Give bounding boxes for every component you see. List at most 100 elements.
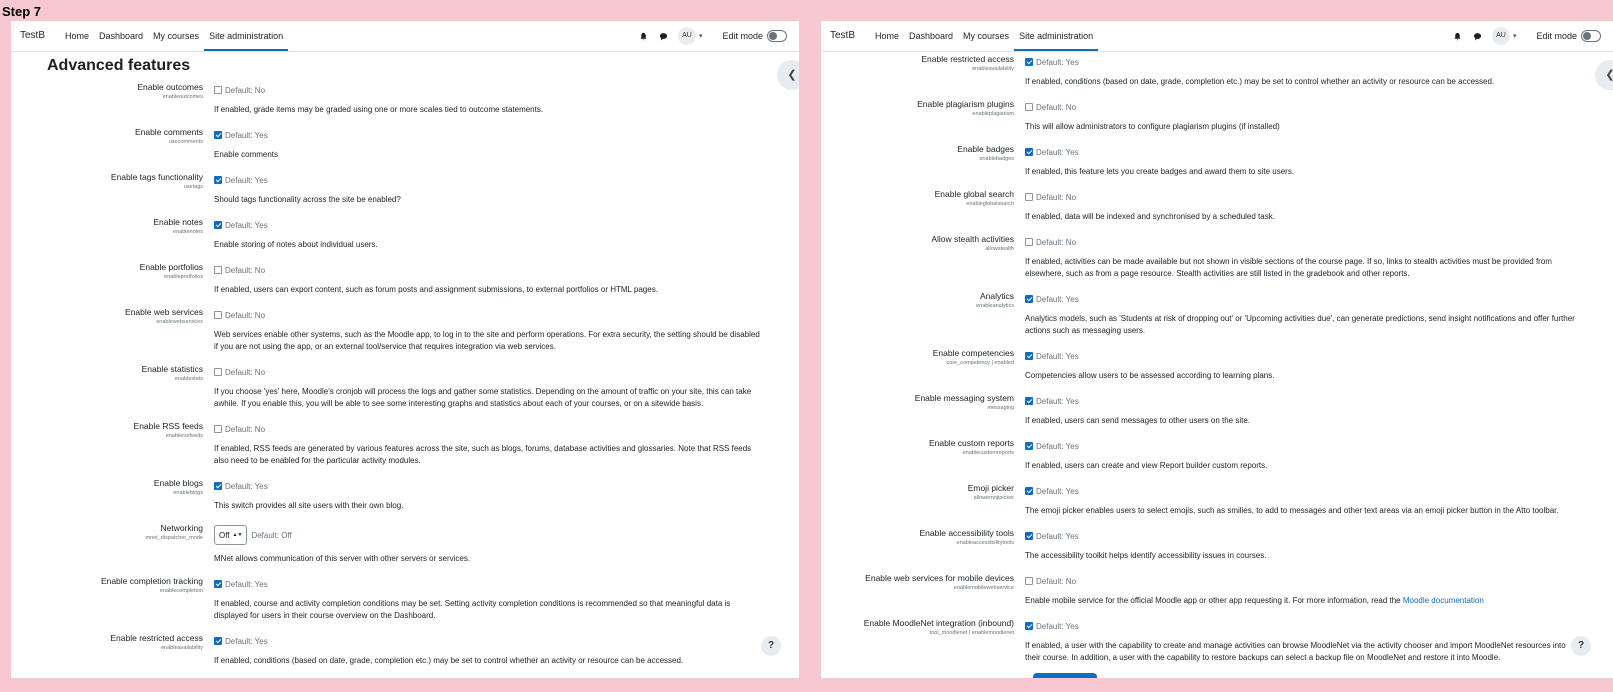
setting-enableavailability: Enable restricted access enableavailabili… — [11, 633, 799, 667]
default-value: Default: Yes — [1036, 441, 1079, 451]
setting-checkbox[interactable] — [1025, 103, 1033, 111]
setting-checkbox[interactable] — [214, 425, 222, 433]
setting-checkbox[interactable] — [1025, 193, 1033, 201]
setting-key: messaging — [987, 405, 1014, 411]
nav-dashboard[interactable]: Dashboard — [94, 21, 148, 51]
setting-key: enablerssfeeds — [165, 433, 203, 439]
setting-checkbox[interactable] — [1025, 238, 1033, 246]
setting-checkbox[interactable] — [214, 266, 222, 274]
nav-site-administration[interactable]: Site administration — [204, 21, 289, 51]
default-value: Default: Yes — [1036, 57, 1079, 67]
setting-checkbox[interactable] — [1025, 295, 1033, 303]
chevron-down-icon[interactable]: ▾ — [1513, 32, 1517, 40]
site-brand[interactable]: TestB — [830, 30, 855, 41]
setting-checkbox[interactable] — [1025, 397, 1033, 405]
setting-enablenotes: Enable notes enablenotes Default: Yes Enabl… — [11, 217, 799, 251]
setting-label: Analytics — [979, 291, 1014, 301]
setting-key: core_competency | enabled — [946, 360, 1014, 366]
nav-home[interactable]: Home — [60, 21, 94, 51]
setting-description: If enabled, users can export content, su… — [214, 285, 658, 294]
setting-label: Enable notes — [153, 217, 203, 227]
setting-key: enableblogs — [173, 490, 203, 496]
nav-my-courses[interactable]: My courses — [958, 21, 1014, 51]
setting-enableoutcomes: Enable outcomes enableoutcomes Default: No… — [11, 82, 799, 116]
default-value: Default: Yes — [1036, 147, 1079, 157]
setting-description: If enabled, RSS feeds are generated by v… — [214, 444, 752, 465]
setting-checkbox[interactable] — [1025, 442, 1033, 450]
setting-checkbox[interactable] — [214, 131, 222, 139]
edit-mode-toggle[interactable] — [767, 30, 787, 42]
question-icon[interactable]: ? — [1571, 636, 1591, 656]
setting-enablestats: Enable statistics enablestats Default: No I… — [11, 364, 799, 410]
setting-label: Enable messaging system — [914, 393, 1014, 403]
setting-checkbox[interactable] — [214, 482, 222, 490]
nav-dashboard[interactable]: Dashboard — [904, 21, 958, 51]
setting-label: Enable portfolios — [139, 262, 203, 272]
setting-label: Enable blogs — [153, 478, 203, 488]
setting-checkbox[interactable] — [1025, 487, 1033, 495]
edit-mode-toggle[interactable] — [1581, 30, 1601, 42]
setting-checkbox[interactable] — [214, 368, 222, 376]
chevron-left-icon[interactable]: ❮ — [777, 60, 799, 90]
chat-icon[interactable] — [658, 32, 670, 41]
setting-label: Networking — [160, 523, 203, 533]
default-value: Default: No — [225, 367, 266, 377]
setting-checkbox[interactable] — [214, 86, 222, 94]
edit-mode-label: Edit mode — [722, 31, 763, 41]
bell-icon[interactable] — [638, 32, 650, 41]
chevron-down-icon[interactable]: ▾ — [699, 32, 703, 40]
setting-key: enableaccessibilitytools — [956, 540, 1014, 546]
setting-checkbox[interactable] — [214, 176, 222, 184]
setting-checkbox[interactable] — [1025, 58, 1033, 66]
setting-checkbox[interactable] — [1025, 577, 1033, 585]
browser-viewport-left: TestB Home Dashboard My courses Site adm… — [11, 21, 799, 678]
setting-checkbox[interactable] — [214, 637, 222, 645]
setting-description: If enabled, users can create and view Re… — [1025, 461, 1268, 470]
primary-navigation: Home Dashboard My courses Site administr… — [870, 21, 1099, 51]
setting-checkbox[interactable] — [214, 311, 222, 319]
setting-description: The accessibility toolkit helps identify… — [1025, 551, 1267, 560]
nav-my-courses[interactable]: My courses — [148, 21, 204, 51]
setting-description: The emoji picker enables users to select… — [1025, 506, 1559, 515]
setting-checkbox[interactable] — [1025, 352, 1033, 360]
chat-icon[interactable] — [1472, 32, 1484, 41]
setting-key: enablestats — [174, 376, 203, 382]
question-icon[interactable]: ? — [761, 636, 781, 656]
setting-checkbox[interactable] — [214, 580, 222, 588]
setting-label: Enable plagiarism plugins — [917, 99, 1014, 109]
edit-mode-control: Edit mode — [722, 30, 787, 42]
setting-description: If enabled, grade items may be graded us… — [214, 105, 544, 114]
setting-label: Enable statistics — [141, 364, 203, 374]
top-navbar: TestB Home Dashboard My courses Site adm… — [821, 21, 1613, 52]
nav-site-administration[interactable]: Site administration — [1014, 21, 1099, 51]
nav-home[interactable]: Home — [870, 21, 904, 51]
setting-checkbox[interactable] — [214, 221, 222, 229]
default-value: Default: No — [1036, 237, 1077, 247]
setting-description: If enabled, users can send messages to o… — [1025, 416, 1251, 425]
setting-moodlenet: Enable MoodleNet integration (inbound) t… — [821, 618, 1613, 664]
top-navbar: TestB Home Dashboard My courses Site adm… — [11, 21, 799, 52]
networking-select[interactable]: Off ▲▼ — [214, 525, 248, 545]
setting-checkbox[interactable] — [1025, 532, 1033, 540]
user-avatar[interactable]: AU — [1491, 27, 1510, 45]
setting-description: If enabled, a user with the capability t… — [1025, 641, 1566, 662]
setting-label: Emoji picker — [967, 483, 1014, 493]
setting-checkbox[interactable] — [1025, 148, 1033, 156]
setting-checkbox[interactable] — [1025, 622, 1033, 630]
setting-description: Enable storing of notes about individual… — [214, 240, 378, 249]
select-value: Off — [219, 530, 230, 540]
site-brand[interactable]: TestB — [20, 30, 45, 41]
setting-messaging: Enable messaging system messaging Default:… — [821, 393, 1613, 427]
setting-label: Enable outcomes — [137, 82, 203, 92]
setting-enableblogs: Enable blogs enableblogs Default: Yes This … — [11, 478, 799, 512]
setting-description: MNet allows communication of this server… — [214, 554, 471, 563]
setting-label: Enable completion tracking — [100, 576, 203, 586]
setting-enablecustomreports: Enable custom reports enablecustomreports… — [821, 438, 1613, 472]
bell-icon[interactable] — [1452, 32, 1464, 41]
setting-label: Allow stealth activities — [931, 234, 1014, 244]
setting-key: allowemojipicker — [973, 495, 1014, 501]
save-changes-button[interactable] — [1033, 673, 1097, 678]
user-avatar[interactable]: AU — [677, 27, 696, 45]
moodle-documentation-link[interactable]: Moodle documentation — [1403, 596, 1484, 605]
description-text: Enable mobile service for the official M… — [1025, 596, 1403, 605]
